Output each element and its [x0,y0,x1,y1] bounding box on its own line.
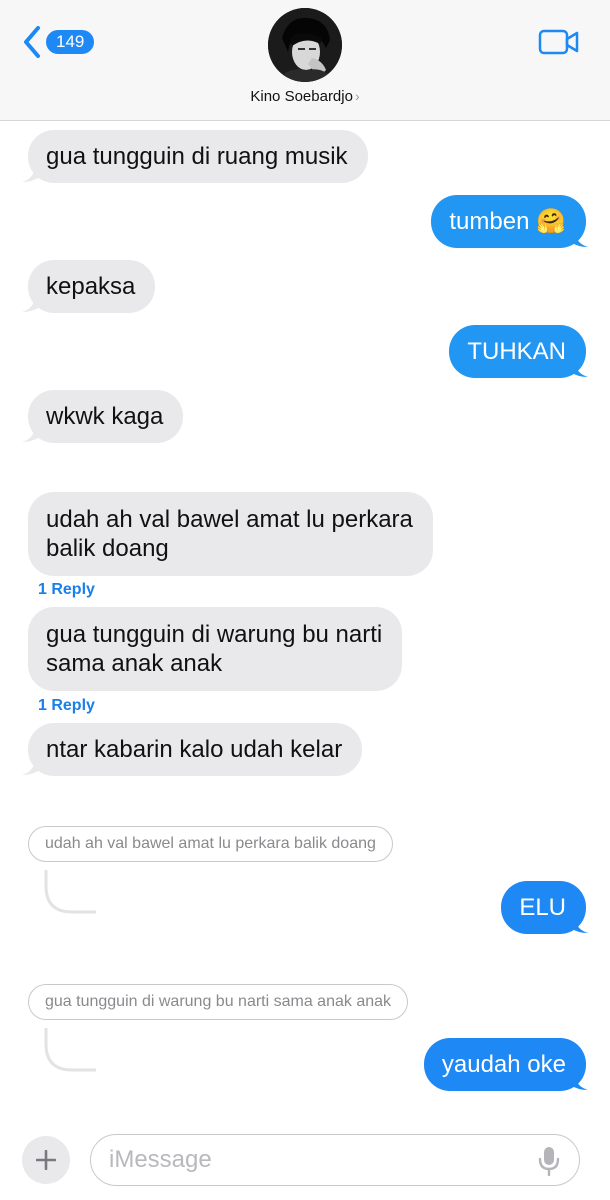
reply-connector [44,870,96,914]
quoted-message[interactable]: udah ah val bawel amat lu perkara balik … [28,826,393,862]
outgoing-message[interactable]: tumben 🤗 [431,195,586,248]
outgoing-message[interactable]: TUHKAN [449,325,586,378]
incoming-message[interactable]: udah ah val bawel amat lu perkara balik … [28,492,433,576]
outgoing-message[interactable]: yaudah oke [423,1038,586,1091]
compose-bar: iMessage [0,1124,610,1200]
reply-connector [44,1028,96,1072]
incoming-message[interactable]: wkwk kaga [28,390,184,443]
dictation-button[interactable] [538,1146,560,1177]
microphone-icon [538,1147,560,1180]
imessage-input[interactable]: iMessage [90,1134,580,1186]
message-line: udah ah val bawel amat lu perkara [46,506,413,533]
chevron-right-icon: › [354,88,360,104]
message-line: sama anak anak [46,650,223,677]
message-line: balik doang [46,535,169,562]
incoming-message[interactable]: gua tungguin di warung bu narti sama ana… [28,607,403,691]
outgoing-message[interactable]: ELU [501,881,586,934]
contact-name-label: Kino Soebardjo [250,88,353,105]
back-button[interactable]: 149 [22,24,95,60]
contact-name[interactable]: Kino Soebardjo › [0,88,610,105]
message-line: gua tungguin di warung bu narti [46,621,383,648]
unread-count-badge: 149 [46,30,95,54]
incoming-message[interactable]: ntar kabarin kalo udah kelar [28,723,363,776]
quoted-message[interactable]: gua tungguin di warung bu narti sama ana… [28,984,409,1020]
add-attachment-button[interactable] [22,1136,70,1184]
chevron-left-icon [22,25,42,59]
conversation-header: 149 Kino Soebardjo › [0,0,610,121]
messages-screen: 149 Kino Soebardjo › gua tungguin di rua… [0,0,610,1200]
contact-avatar[interactable] [268,8,342,82]
video-call-button[interactable] [538,28,580,56]
reply-thread-link[interactable]: 1 Reply [38,581,95,599]
reply-thread-link[interactable]: 1 Reply [38,697,95,715]
video-camera-icon [538,29,580,60]
incoming-message[interactable]: kepaksa [28,260,156,313]
incoming-message[interactable]: gua tungguin di ruang musik [28,130,368,183]
